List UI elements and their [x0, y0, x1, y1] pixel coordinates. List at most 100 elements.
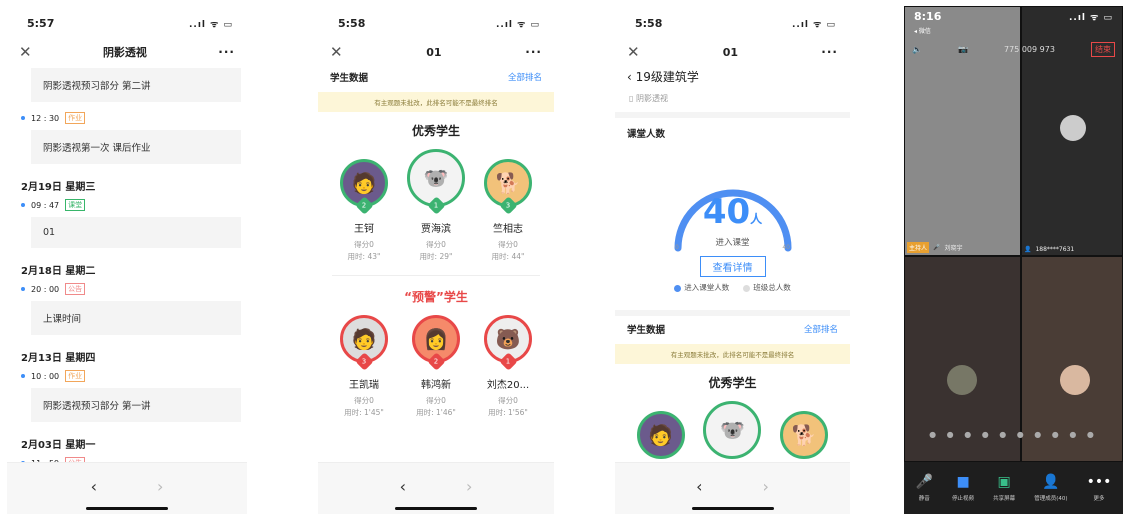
timeline-card[interactable]: 01: [31, 217, 241, 248]
student-card[interactable]: 👩 2 韩鸿新 得分0 用时: 1'46": [403, 315, 469, 419]
tool-label: 共享屏幕: [993, 496, 1016, 502]
share-screen-button[interactable]: ▣ 共享屏幕: [993, 474, 1015, 502]
manage-members-button[interactable]: 👤 管理成员(40): [1034, 474, 1067, 502]
student-card[interactable]: 🐕: [771, 411, 837, 459]
tool-label: 静音: [918, 496, 930, 502]
legend-entered: 进入课堂人数: [674, 282, 729, 293]
attendance-sub: 进入课堂: [715, 238, 750, 248]
end-meeting-button[interactable]: 结束: [1090, 42, 1115, 57]
timeline-entry-time: 20 : 00 公告: [21, 277, 241, 297]
speaker-icon[interactable]: 🔈: [912, 45, 922, 54]
avatar-image-icon: 👩: [423, 327, 449, 351]
dog-avatar-icon: 🐕: [791, 423, 817, 447]
close-icon[interactable]: ✕: [19, 43, 32, 61]
page-title: 阴影透视: [102, 46, 147, 59]
student-score: 得分0: [426, 240, 446, 249]
student-card[interactable]: 🧑: [628, 411, 694, 459]
student-score: 得分0: [354, 240, 374, 249]
legend-total: 班级总人数: [743, 282, 791, 293]
student-card[interactable]: 🐕 3 竺相志 得分0 用时: 44": [475, 159, 541, 263]
back-arrow-icon[interactable]: ‹: [400, 477, 406, 496]
more-button[interactable]: ••• 更多: [1087, 474, 1112, 502]
nav-bar: ✕ 01 ···: [615, 40, 850, 64]
timeline-card[interactable]: 上课时间: [31, 301, 241, 335]
close-icon[interactable]: ✕: [330, 43, 343, 61]
student-name: 王钶: [354, 224, 374, 235]
class-name: 19级建筑学: [635, 70, 699, 84]
forward-arrow-icon[interactable]: ›: [466, 477, 472, 496]
page-title: 01: [426, 45, 442, 59]
gauge-min: 0: [675, 244, 679, 251]
timeline-card[interactable]: 阴影透视预习部分 第一讲: [31, 388, 241, 422]
student-card[interactable]: 🧑 2 王钶 得分0 用时: 43": [331, 159, 397, 263]
more-icon: •••: [1086, 474, 1112, 490]
signal-icon: ..ıl ᯤ ▭: [189, 19, 233, 30]
back-to-wechat[interactable]: ◂ 微信: [914, 28, 931, 35]
student-card[interactable]: 🧑 3 王凯瑞 得分0 用时: 1'45": [331, 315, 397, 419]
forward-arrow-icon[interactable]: ›: [157, 477, 163, 496]
stop-video-button[interactable]: ■ 停止视频: [952, 474, 974, 502]
student-card[interactable]: 🐻 1 刘杰20... 得分0 用时: 1'56": [475, 315, 541, 419]
home-indicator: [86, 507, 168, 510]
forward-arrow-icon[interactable]: ›: [763, 477, 769, 496]
entry-tag: 作业: [65, 112, 86, 124]
timeline-dot-icon: [21, 374, 25, 378]
student-stats: 得分0 用时: 29": [420, 239, 453, 263]
gauge-legend: 进入课堂人数 班级总人数: [615, 282, 850, 293]
home-indicator: [691, 507, 774, 510]
tile-label: 👤 188****7631: [1024, 246, 1074, 253]
camera-switch-icon[interactable]: 📷: [958, 45, 968, 54]
share-screen-icon: ▣: [997, 474, 1011, 490]
more-icon[interactable]: ···: [218, 45, 235, 59]
timeline-entry-time: 12 : 30 作业: [21, 106, 241, 126]
class-attendance-screen: 5:58 ..ıl ᯤ ▭ ✕ 01 ··· ‹ 19级建筑学 ▯ 阴影透视 课…: [615, 6, 850, 514]
more-icon[interactable]: ···: [821, 45, 838, 59]
avatar-image-icon: 🐻: [495, 327, 521, 351]
student-card[interactable]: 🐨: [699, 401, 765, 459]
avatar: 🐨: [703, 401, 762, 459]
view-details-button[interactable]: 查看详情: [699, 256, 766, 277]
home-indicator: [395, 507, 477, 510]
rank-number: 2: [361, 201, 367, 210]
close-icon[interactable]: ✕: [627, 43, 640, 61]
signal-icon: ..ıl ᯤ ▭: [496, 19, 540, 30]
student-time: 用时: 43": [347, 252, 381, 261]
back-arrow-icon[interactable]: ‹: [696, 477, 702, 496]
good-students-podium: 🧑 🐨 🐕: [615, 401, 850, 459]
date-header: 2月19日 星期三: [21, 182, 96, 193]
rank-number: 1: [505, 357, 511, 366]
nav-bar: ✕ 阴影透视 ···: [7, 40, 247, 64]
signal-icon: ..ıl ᯤ ▭: [792, 19, 836, 30]
student-time: 用时: 1'46": [416, 408, 456, 417]
video-camera-icon: ■: [956, 474, 970, 490]
timeline-dot-icon: [21, 116, 25, 120]
avatar: [1060, 365, 1090, 395]
full-ranking-link[interactable]: 全部排名: [804, 323, 838, 335]
student-card[interactable]: 🐨 1 贾海滨 得分0 用时: 29": [403, 149, 469, 263]
meeting-id[interactable]: 775 009 973: [1004, 45, 1055, 54]
browser-bottom-bar: ‹ ›: [615, 462, 850, 514]
class-header[interactable]: ‹ 19级建筑学: [615, 64, 850, 89]
browser-bottom-bar: ‹ ›: [7, 462, 247, 514]
course-name: 阴影透视: [635, 94, 668, 103]
course-name-row: ▯ 阴影透视: [615, 89, 850, 118]
avatar-image-icon: 🧑: [351, 327, 377, 351]
full-ranking-link[interactable]: 全部排名: [508, 71, 542, 83]
date-header: 2月13日 星期四: [21, 353, 96, 364]
mute-button[interactable]: 🎤 静音: [916, 474, 933, 502]
page-title: 01: [722, 45, 739, 59]
more-icon[interactable]: ···: [525, 45, 542, 59]
entry-time: 20 : 00: [31, 284, 60, 294]
back-arrow-icon[interactable]: ‹: [91, 477, 97, 496]
participant-icon: 👤: [1024, 246, 1032, 253]
timeline-card[interactable]: 阴影透视第一次 课后作业: [31, 130, 241, 164]
host-badge: 主持人: [907, 242, 930, 253]
attendance-count: 40人: [615, 192, 850, 232]
video-meeting-screen: 主持人 🎤 刘晓宇 👤 188****7631 8:16 ◂ 微信 ..ıl ᯤ ▭ 🔈…: [904, 6, 1123, 514]
date-header: 2月18日 星期二: [21, 266, 96, 277]
back-chevron-icon[interactable]: ‹: [627, 70, 636, 84]
timeline-card[interactable]: 阴影透视预习部分 第二讲: [31, 68, 241, 102]
entry-time: 10 : 00: [31, 371, 60, 381]
course-timeline-screen: 5:57 ..ıl ᯤ ▭ ✕ 阴影透视 ··· 阴影透视预习部分 第二讲 12…: [7, 6, 247, 514]
timeline-entry-time: 09 : 47 课堂: [21, 193, 241, 213]
